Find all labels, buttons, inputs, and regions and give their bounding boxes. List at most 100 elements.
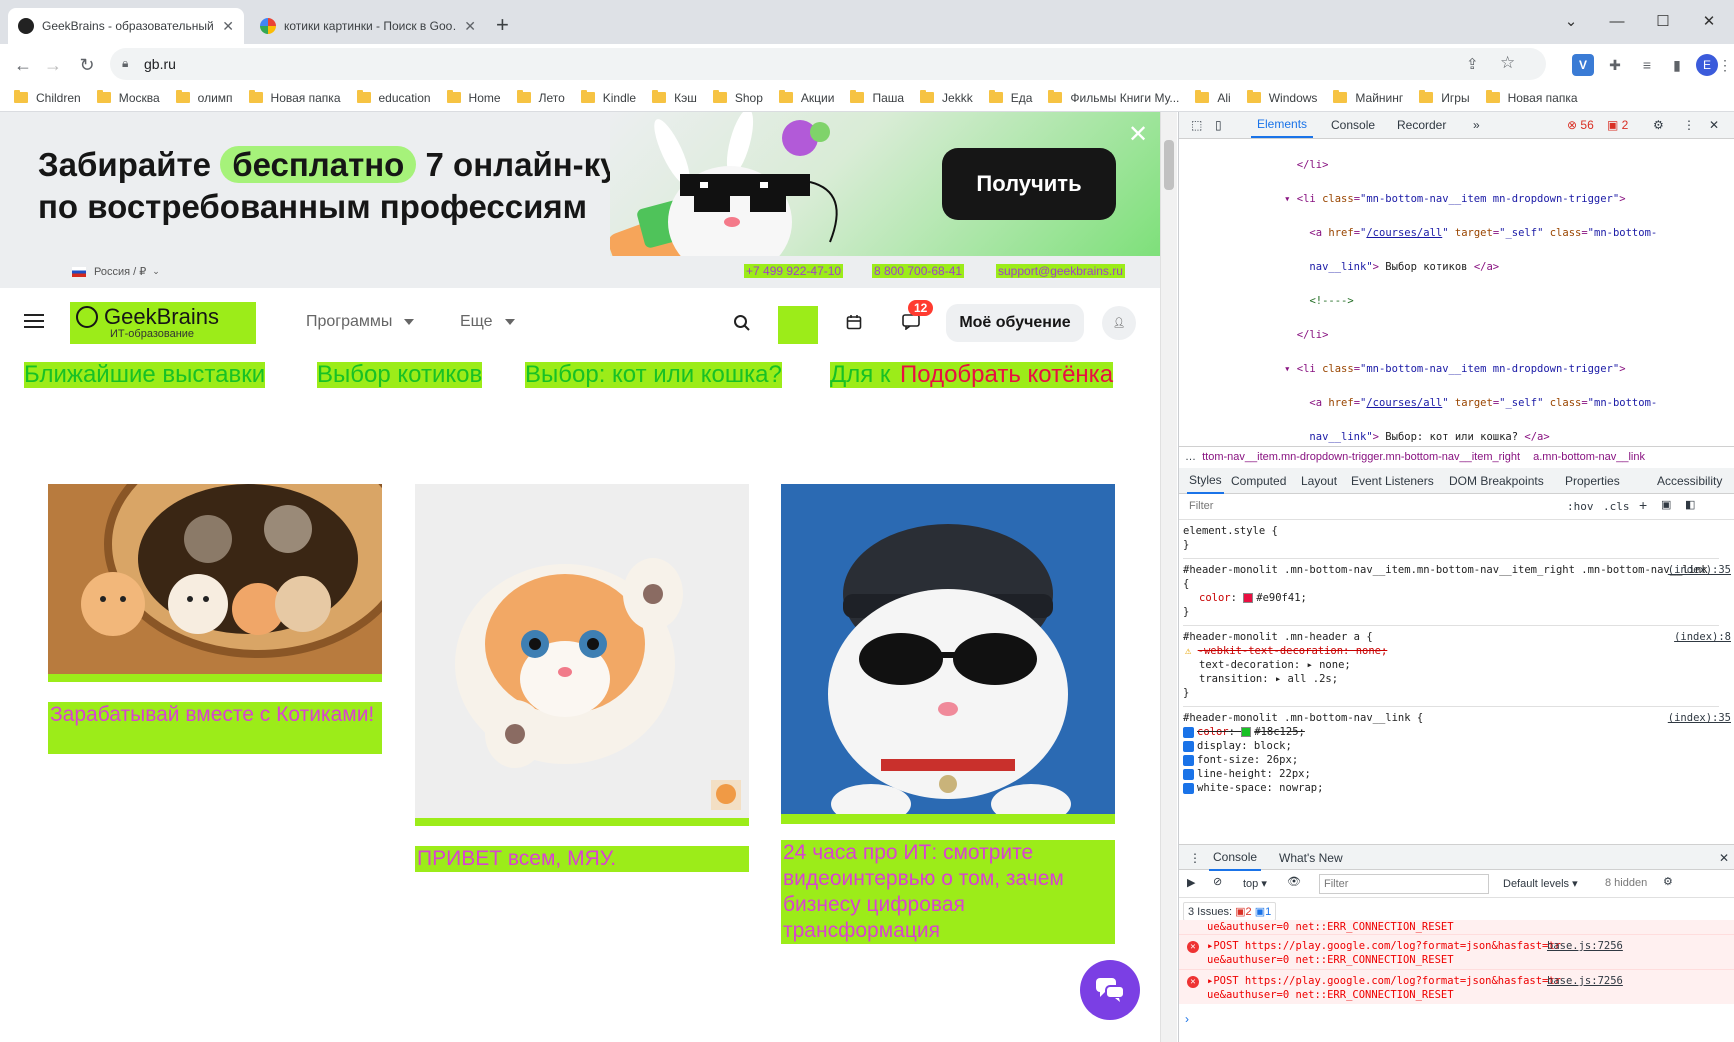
drawer-menu-icon[interactable]: ⋮ (1189, 845, 1201, 871)
more-menu[interactable]: Еще (460, 313, 515, 331)
tab-dom-breakpoints[interactable]: DOM Breakpoints (1449, 468, 1544, 494)
support-email[interactable]: support@geekbrains.ru (996, 264, 1125, 278)
nav-link-for[interactable]: Для к (830, 362, 900, 388)
checkbox[interactable] (1183, 740, 1194, 752)
tab-computed[interactable]: Computed (1231, 468, 1286, 494)
new-tab-button[interactable]: + (496, 12, 509, 38)
search-icon[interactable] (733, 314, 751, 332)
chevron-down-icon[interactable]: ⌄ (1548, 6, 1594, 36)
tab-geekbrains[interactable]: GeekBrains - образовательный п… ✕ (8, 8, 244, 44)
close-window-icon[interactable]: ✕ (1686, 6, 1732, 36)
bookmark-item[interactable]: Jekkk (920, 90, 973, 105)
drawer-tab-console[interactable]: Console (1209, 845, 1262, 871)
bookmark-item[interactable]: Москва (96, 90, 160, 105)
bookmark-item[interactable]: Home (446, 90, 501, 105)
nav-link-cat-or-female[interactable]: Выбор: кот или кошка? (525, 362, 782, 388)
get-courses-button[interactable]: Получить (942, 148, 1116, 220)
drawer-tab-whats-new[interactable]: What's New (1279, 845, 1343, 871)
dom-line[interactable]: </li> (1183, 327, 1734, 344)
highlighted-element[interactable] (778, 306, 818, 344)
console-error[interactable]: ✕ ▸POST https://play.google.com/log?form… (1179, 969, 1734, 1004)
bookmark-item[interactable]: Игры (1419, 90, 1470, 105)
region-selector[interactable]: Россия / ₽ ⌄ (72, 265, 160, 278)
context-select[interactable]: top ▾ (1243, 877, 1267, 890)
maximize-icon[interactable]: ☐ (1640, 6, 1686, 36)
error-source-link[interactable]: base.js:7256 (1547, 939, 1623, 953)
bookmark-item[interactable]: Новая папка (248, 90, 341, 105)
bookmark-item[interactable]: Лето (516, 90, 565, 105)
sidebar-icon[interactable]: ▶ (1187, 876, 1195, 889)
tab-styles[interactable]: Styles (1187, 468, 1224, 494)
minimize-icon[interactable]: — (1594, 6, 1640, 36)
sidebar-toggle-icon[interactable]: ◧ (1685, 498, 1695, 511)
more-tabs-icon[interactable]: » (1473, 112, 1480, 138)
checkbox[interactable] (1183, 782, 1194, 794)
console-settings-icon[interactable]: ⚙ (1663, 875, 1673, 888)
console-prompt[interactable]: › (1185, 1012, 1189, 1026)
checkbox[interactable] (1183, 754, 1194, 766)
styles-pane[interactable]: element.style { } #header-monolit .mn-bo… (1183, 524, 1731, 795)
card-1-image[interactable] (48, 484, 382, 674)
breadcrumb-item-selected[interactable]: a.mn-bottom-nav__link (1533, 451, 1645, 463)
card-3-image[interactable] (781, 484, 1115, 814)
card-3-caption[interactable]: 24 часа про ИТ: смотрите видеоинтервью о… (781, 840, 1115, 944)
device-toolbar-icon[interactable]: ▯ (1215, 112, 1222, 138)
phone-2[interactable]: 8 800 700-68-41 (872, 264, 965, 278)
close-tab-icon[interactable]: ✕ (464, 18, 476, 35)
bookmark-item[interactable]: Еда (988, 90, 1032, 105)
address-bar[interactable]: 🔒︎ gb.ru ⇪ ☆ (110, 48, 1546, 80)
dom-line[interactable]: nav__link"> Выбор котиков </a> (1183, 259, 1734, 276)
nav-link-exhibitions[interactable]: Ближайшие выставки (24, 362, 266, 388)
console-filter-input[interactable]: Filter (1319, 874, 1489, 894)
hamburger-menu-icon[interactable] (24, 314, 44, 332)
phone-1[interactable]: +7 499 922-47-10 (744, 264, 844, 278)
dom-tree[interactable]: </li> ▾ <li class="mn-bottom-nav__item m… (1179, 140, 1734, 494)
share-icon[interactable]: ⇪ (1466, 55, 1479, 73)
profile-avatar[interactable]: E (1696, 54, 1718, 76)
menu-kebab-icon[interactable]: ⋮ (1718, 54, 1732, 76)
page-scrollbar[interactable] (1160, 112, 1177, 1042)
hover-state-toggle[interactable]: :hov (1567, 500, 1594, 513)
extension-v-icon[interactable]: V (1572, 54, 1594, 76)
new-rule-icon[interactable]: + (1639, 497, 1647, 513)
warning-count[interactable]: ▣ 2 (1607, 112, 1628, 138)
dom-line[interactable]: <a href="/courses/all" target="_self" cl… (1183, 225, 1734, 242)
close-drawer-icon[interactable]: ✕ (1719, 845, 1729, 871)
nav-link-pick-kitten[interactable]: Подобрать котёнка (900, 362, 1114, 388)
devtools-menu-icon[interactable]: ⋮ (1683, 112, 1695, 138)
color-swatch[interactable] (1241, 727, 1252, 737)
calendar-icon[interactable] (846, 314, 862, 330)
tab-google-search[interactable]: котики картинки - Поиск в Goo… ✕ (250, 8, 486, 44)
bookmark-item[interactable]: Ali (1195, 90, 1231, 105)
styles-filter-input[interactable]: Filter (1185, 498, 1515, 516)
media-control-icon[interactable]: ≡ (1636, 54, 1658, 76)
breadcrumb-item[interactable]: ttom-nav__item.mn-dropdown-trigger.mn-bo… (1202, 451, 1520, 463)
extensions-puzzle-icon[interactable]: ✚ (1604, 54, 1626, 76)
issues-counter[interactable]: 3 Issues: ▣2 ▣1 (1183, 902, 1277, 921)
chat-fab-button[interactable] (1080, 960, 1140, 1020)
bookmark-item[interactable]: Новая папка (1485, 90, 1578, 105)
computed-styles-icon[interactable]: ▣ (1661, 498, 1671, 511)
bookmark-item[interactable]: Паша (850, 90, 904, 105)
bookmark-item[interactable]: олимп (175, 90, 233, 105)
close-tab-icon[interactable]: ✕ (222, 18, 234, 35)
messages-icon[interactable] (902, 314, 920, 330)
dom-line[interactable]: ▾ <li class="mn-bottom-nav__item mn-drop… (1183, 361, 1734, 378)
bookmark-item[interactable]: Кэш (652, 90, 697, 105)
forward-icon[interactable]: → (40, 52, 66, 78)
color-swatch[interactable] (1243, 593, 1254, 603)
console-error[interactable]: ✕ ▸POST https://play.google.com/log?form… (1179, 934, 1734, 969)
bookmark-item[interactable]: Children (14, 90, 81, 105)
reload-icon[interactable]: ↻ (74, 52, 100, 78)
bookmark-item[interactable]: Фильмы Книги Му... (1048, 90, 1179, 105)
tab-elements[interactable]: Elements (1251, 112, 1314, 138)
clear-console-icon[interactable]: ⊘ (1213, 875, 1222, 888)
close-banner-icon[interactable]: ✕ (1128, 120, 1148, 149)
scroll-thumb[interactable] (1164, 140, 1174, 190)
back-icon[interactable]: ← (10, 52, 36, 78)
rule-source-link[interactable]: (index):35 (1668, 563, 1731, 577)
bookmark-item[interactable]: Майнинг (1333, 90, 1403, 105)
tab-properties[interactable]: Properties (1565, 468, 1620, 494)
checkbox[interactable] (1183, 726, 1194, 738)
eye-icon[interactable]: 👁︎ (1287, 875, 1301, 888)
